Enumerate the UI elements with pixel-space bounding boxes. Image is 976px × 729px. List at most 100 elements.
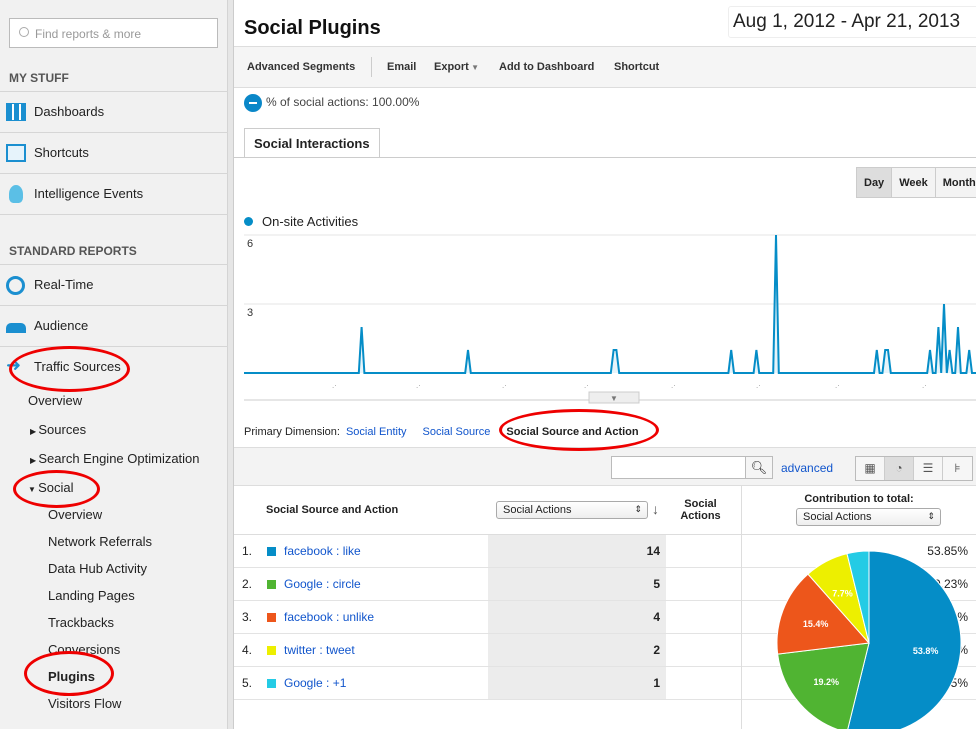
email-button[interactable]: Email [387, 61, 416, 73]
add-to-dashboard-button[interactable]: Add to Dashboard [499, 61, 594, 73]
shortcut-button[interactable]: Shortcut [614, 61, 659, 73]
series-color-swatch [267, 613, 276, 622]
period-day-button[interactable]: Day [857, 168, 893, 197]
metric-cell-bg [488, 568, 666, 600]
period-week-button[interactable]: Week [892, 168, 936, 197]
sidebar-social-item[interactable]: Trackbacks [48, 615, 114, 630]
sidebar-social-item[interactable]: Overview [48, 507, 102, 522]
metric-cell-bg [488, 667, 666, 699]
segment-indicator[interactable]: % of social actions: 100.00% [244, 94, 419, 112]
line-chart: 3 6 .· .· .· .· .· .· .· .· ▼ [244, 234, 976, 404]
pie-label: 15.4% [803, 619, 829, 629]
y-tick-label: 6 [247, 238, 253, 250]
pie-label: 19.2% [814, 677, 840, 687]
contribution-select[interactable]: Social Actions [796, 508, 941, 526]
series-color-swatch [267, 580, 276, 589]
label: Sources [38, 422, 87, 437]
audience-icon [6, 323, 26, 333]
view-switcher: ▦ ◔ ☰ ⊧ [855, 456, 973, 481]
x-tick-label: .· [756, 381, 761, 390]
pie-label: 7.7% [832, 588, 853, 598]
annotation-circle [13, 470, 100, 508]
label: Real-Time [34, 277, 94, 292]
label: Intelligence Events [34, 186, 144, 201]
page-title: Social Plugins [244, 17, 381, 39]
x-tick-label: .· [671, 381, 676, 390]
table-filter-input[interactable] [611, 456, 746, 479]
label: Audience [34, 318, 89, 333]
performance-view-icon[interactable]: ☰ [914, 457, 943, 480]
sidebar-item-shortcuts[interactable]: Shortcuts [0, 132, 228, 173]
period-month-button[interactable]: Month [936, 168, 976, 197]
segment-text: % of social actions: 100.00% [266, 95, 420, 110]
row-value: 14 [646, 544, 660, 558]
filter-bar: 🔍︎ advanced ▦ ◔ ☰ ⊧ [234, 447, 976, 486]
row-link[interactable]: twitter : tweet [284, 643, 355, 657]
dimension-social-entity[interactable]: Social Entity [346, 426, 407, 438]
row-link[interactable]: Google : circle [284, 577, 361, 591]
contribution-label: Contribution to total: [804, 493, 914, 505]
advanced-segments-button[interactable]: Advanced Segments [247, 61, 355, 73]
row-value: 5 [653, 577, 660, 591]
date-range-picker[interactable]: Aug 1, 2012 - Apr 21, 2013 [728, 6, 976, 38]
shortcut-icon [6, 144, 26, 162]
chevron-down-icon: ▼ [468, 63, 479, 72]
my-stuff-heading: MY STUFF [9, 71, 69, 85]
sidebar-social-item[interactable]: Network Referrals [48, 534, 152, 549]
x-tick-label: .· [502, 381, 507, 390]
sidebar-social-item[interactable]: Data Hub Activity [48, 561, 147, 576]
pie-view-icon[interactable]: ◔ [885, 457, 914, 480]
dimension-social-source[interactable]: Social Source [423, 426, 491, 438]
sidebar-item-audience[interactable]: Audience [0, 305, 228, 346]
chevron-down-icon: ▼ [610, 394, 618, 403]
column-header-dimension[interactable]: Social Source and Action [266, 504, 398, 516]
annotation-circle [499, 409, 659, 451]
row-link[interactable]: facebook : unlike [284, 610, 374, 624]
export-button[interactable]: Export ▼ [434, 61, 479, 73]
sidebar-traffic-overview[interactable]: Overview [28, 393, 82, 408]
search-placeholder: Find reports & more [35, 27, 142, 41]
column-header-metric[interactable]: Social Actions [678, 498, 723, 522]
sidebar-item-dashboards[interactable]: Dashboards [0, 91, 228, 132]
row-value: 4 [653, 610, 660, 624]
sidebar-item-intelligence-events[interactable]: Intelligence Events [0, 173, 228, 214]
sidebar-seo[interactable]: ▶ Search Engine Optimization [30, 451, 200, 466]
row-link[interactable]: Google : +1 [284, 676, 346, 690]
report-toolbar: Advanced Segments Email Export ▼ Add to … [234, 46, 976, 88]
legend-label: On-site Activities [262, 214, 359, 229]
x-tick-label: .· [332, 381, 337, 390]
metric-cell-bg [488, 535, 666, 567]
annotation-circle [9, 346, 130, 392]
label: Search Engine Optimization [38, 451, 200, 466]
metric-cell-bg [488, 601, 666, 633]
row-number: 2. [242, 577, 253, 591]
search-button[interactable]: 🔍︎ [745, 456, 773, 479]
series-color-swatch [267, 547, 276, 556]
tab-social-interactions[interactable]: Social Interactions [244, 128, 380, 158]
row-link[interactable]: facebook : like [284, 544, 361, 558]
search-input[interactable]: Find reports & more [9, 18, 218, 48]
label: Shortcuts [34, 145, 89, 160]
metric-select[interactable]: Social Actions [496, 501, 648, 519]
row-value: 1 [653, 676, 660, 690]
pie-label: 53.8% [913, 646, 939, 656]
sort-arrow-icon[interactable]: ↓ [652, 501, 659, 517]
divider [234, 157, 976, 158]
table-view-icon[interactable]: ▦ [856, 457, 885, 480]
sidebar-item-real-time[interactable]: Real-Time [0, 264, 228, 305]
search-icon: 🔍︎ [750, 460, 768, 475]
advanced-filter-link[interactable]: advanced [781, 461, 833, 475]
sidebar-social-item[interactable]: Landing Pages [48, 588, 135, 603]
row-number: 3. [242, 610, 253, 624]
pivot-view-icon[interactable]: ⊧ [943, 457, 972, 480]
period-toggle: Day Week Month [856, 167, 976, 198]
metric-cell-bg [488, 634, 666, 666]
sidebar-social-item[interactable]: Visitors Flow [48, 696, 121, 711]
x-tick-label: .· [584, 381, 589, 390]
pie-chart: 53.8% 19.2% 15.4% 7.7% [776, 550, 962, 729]
main-content: Social Plugins Aug 1, 2012 - Apr 21, 201… [234, 0, 976, 729]
legend-dot-icon [244, 217, 253, 226]
sidebar-sources[interactable]: ▶ Sources [30, 422, 86, 437]
x-tick-label: .· [416, 381, 421, 390]
segment-icon [244, 94, 262, 112]
